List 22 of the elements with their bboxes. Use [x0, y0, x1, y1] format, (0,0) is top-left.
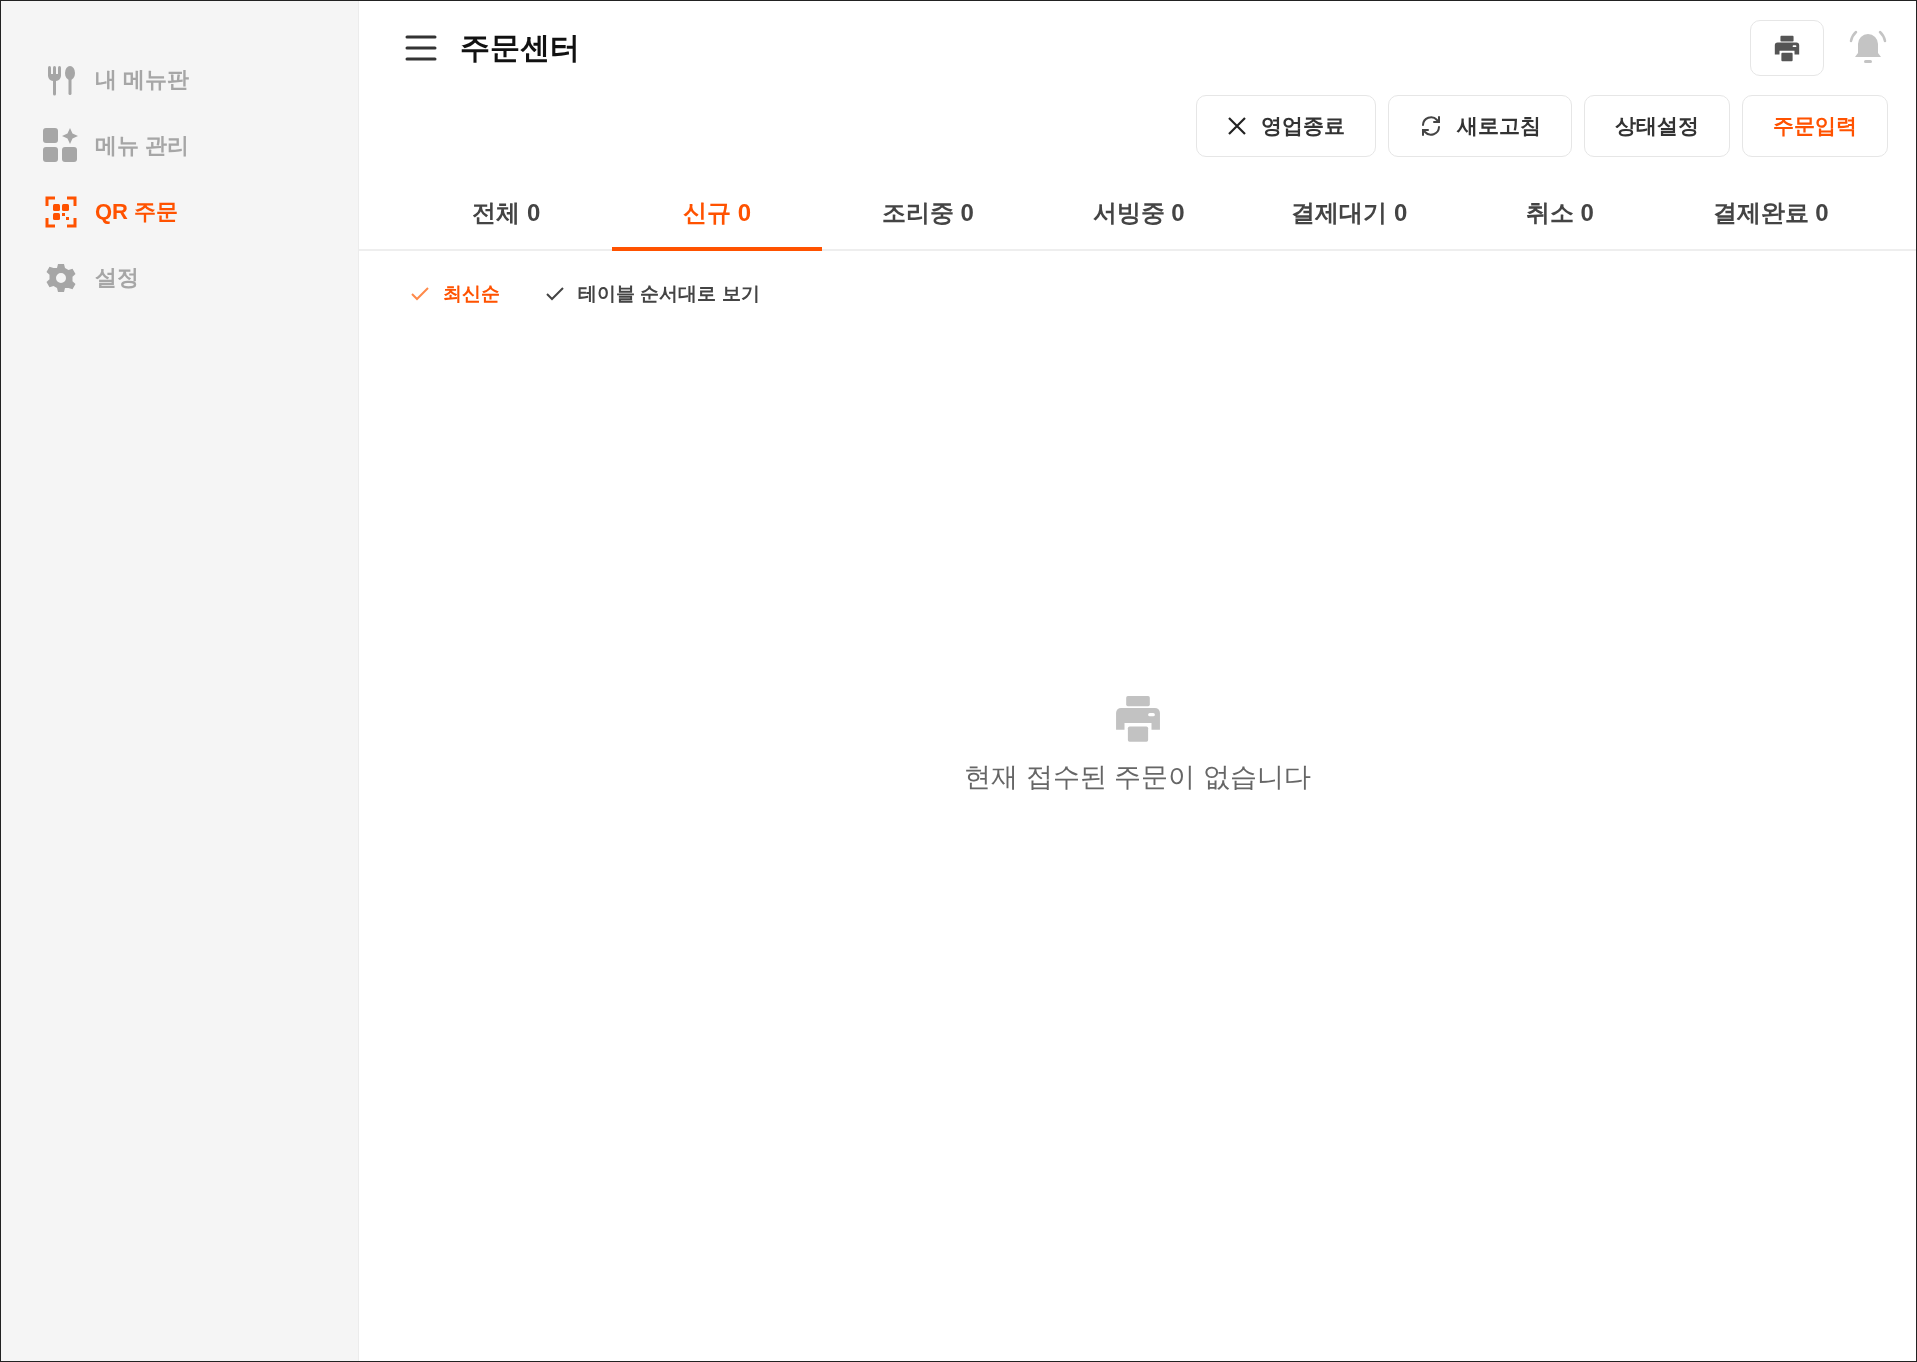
print-button[interactable] — [1750, 20, 1824, 76]
empty-message: 현재 접수된 주문이 없습니다 — [964, 761, 1311, 794]
status-tab[interactable]: 취소 0 — [1454, 179, 1666, 251]
sort-option[interactable]: 테이블 순서대로 보기 — [546, 277, 760, 311]
status-tab[interactable]: 결제대기 0 — [1243, 179, 1455, 251]
status-tab[interactable]: 전체 0 — [401, 179, 612, 251]
status-tab[interactable]: 조리중 0 — [822, 179, 1034, 251]
action-button[interactable]: 새로고침 — [1388, 95, 1572, 157]
check-icon — [411, 287, 429, 301]
gear-icon — [45, 262, 77, 294]
refresh-icon — [1419, 114, 1443, 138]
menu-icon[interactable] — [405, 35, 437, 61]
check-icon — [546, 287, 564, 301]
action-button[interactable]: 영업종료 — [1196, 95, 1376, 157]
qr-scan-icon — [45, 196, 77, 228]
page-title: 주문센터 — [460, 29, 581, 66]
status-tab[interactable]: 서빙중 0 — [1033, 179, 1244, 251]
close-icon — [1227, 116, 1247, 136]
action-button[interactable]: 상태설정 — [1584, 95, 1730, 157]
grid-sparkle-icon — [42, 127, 80, 165]
status-tab[interactable]: 결제완료 0 — [1665, 179, 1877, 251]
printer-icon — [1772, 33, 1802, 63]
